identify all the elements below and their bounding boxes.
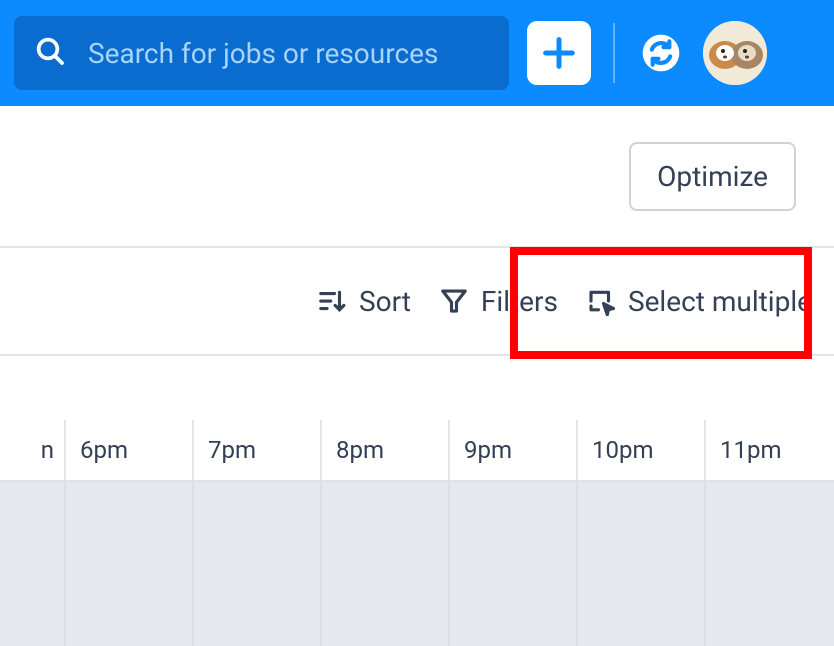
filters-button[interactable]: Filters	[439, 285, 558, 318]
divider	[613, 23, 615, 83]
filter-icon	[439, 286, 469, 316]
time-col: 8pm	[320, 420, 448, 480]
avatar-image	[703, 21, 767, 85]
sync-icon	[641, 33, 681, 73]
timeline-cell	[448, 482, 576, 646]
search-icon	[34, 35, 66, 71]
timeline-cell	[576, 482, 704, 646]
sync-button[interactable]	[637, 29, 685, 77]
time-col: 11pm	[704, 420, 832, 480]
time-col: 7pm	[192, 420, 320, 480]
select-multiple-label: Select multiple	[628, 285, 812, 318]
toolbar: Sort Filters Select multiple	[0, 248, 834, 356]
time-label: 11pm	[720, 436, 782, 464]
time-col: 10pm	[576, 420, 704, 480]
sort-button[interactable]: Sort	[317, 285, 411, 318]
sort-label: Sort	[359, 285, 411, 318]
timeline-cell	[192, 482, 320, 646]
plus-icon	[539, 33, 579, 73]
spacer	[0, 356, 834, 420]
timeline-cell	[64, 482, 192, 646]
optimize-button[interactable]: Optimize	[629, 142, 796, 211]
timeline-cell	[704, 482, 832, 646]
action-bar: Optimize	[0, 106, 834, 248]
time-col: 6pm	[64, 420, 192, 480]
select-multiple-button[interactable]: Select multiple	[586, 285, 812, 318]
time-label-partial: n	[41, 436, 54, 464]
time-label: 6pm	[80, 436, 128, 464]
time-col: 9pm	[448, 420, 576, 480]
timeline-cell	[0, 482, 64, 646]
avatar[interactable]	[703, 21, 767, 85]
timeline-body[interactable]	[0, 482, 834, 646]
time-label: 10pm	[592, 436, 654, 464]
timeline-header: n 6pm 7pm 8pm 9pm 10pm 11pm	[0, 420, 834, 482]
time-label: 8pm	[336, 436, 384, 464]
add-button[interactable]	[527, 21, 591, 85]
time-label: 7pm	[208, 436, 256, 464]
search-placeholder: Search for jobs or resources	[88, 37, 438, 70]
top-bar: Search for jobs or resources	[0, 0, 834, 106]
search-input[interactable]: Search for jobs or resources	[14, 16, 509, 90]
time-col-partial: n	[0, 420, 64, 480]
sort-icon	[317, 286, 347, 316]
filters-label: Filters	[481, 285, 558, 318]
select-multiple-icon	[586, 286, 616, 316]
time-label: 9pm	[464, 436, 512, 464]
optimize-label: Optimize	[657, 160, 768, 193]
timeline-cell	[320, 482, 448, 646]
